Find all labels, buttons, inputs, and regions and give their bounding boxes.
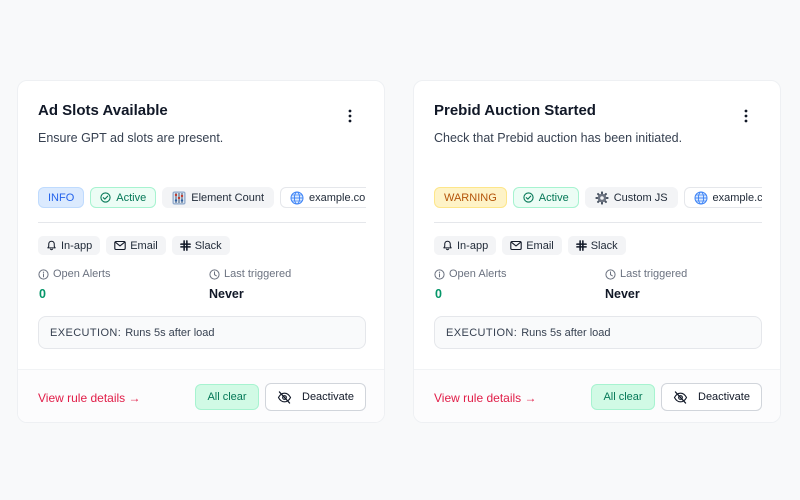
- clock-icon: [209, 268, 220, 280]
- last-triggered-label: Last triggered: [605, 268, 687, 280]
- rule-type-badge: Element Count: [162, 187, 275, 208]
- level-label: INFO: [48, 191, 75, 204]
- slack-icon: [575, 240, 587, 251]
- domain-label: example.com: [712, 191, 762, 204]
- mail-icon: [114, 240, 126, 251]
- divider: [38, 222, 366, 223]
- card-footer: View rule details → All clear Deactivate: [18, 369, 384, 422]
- rule-description: Check that Prebid auction has been initi…: [434, 131, 683, 145]
- deactivate-button[interactable]: Deactivate: [661, 383, 762, 411]
- deactivate-label: Deactivate: [698, 391, 750, 403]
- channel-in-app: In-app: [38, 236, 101, 255]
- rule-description: Ensure GPT ad slots are present.: [38, 131, 224, 145]
- stat-label-text: Last triggered: [224, 268, 292, 280]
- execution-info: EXECUTION: Runs 5s after load: [434, 316, 762, 349]
- eye-off-icon: [673, 390, 688, 404]
- open-alerts-value: 0: [39, 287, 46, 301]
- stat-label-text: Open Alerts: [53, 268, 111, 280]
- domain-badge: example.com: [280, 187, 366, 208]
- channel-label: In-app: [61, 239, 93, 252]
- more-options-icon[interactable]: [342, 108, 358, 124]
- deactivate-button[interactable]: Deactivate: [265, 383, 366, 411]
- execution-value: Runs 5s after load: [125, 326, 215, 339]
- open-alerts-label: Open Alerts: [38, 268, 110, 280]
- status-label: Active: [538, 191, 569, 204]
- view-rule-details-link[interactable]: View rule details →: [434, 391, 537, 405]
- channel-label: Email: [526, 239, 554, 252]
- channel-email: Email: [502, 236, 562, 255]
- execution-info: EXECUTION: Runs 5s after load: [38, 316, 366, 349]
- channel-in-app: In-app: [434, 236, 497, 255]
- execution-key: EXECUTION:: [446, 326, 518, 339]
- level-badge: INFO: [38, 187, 85, 208]
- clock-icon: [605, 268, 616, 280]
- eye-off-icon: [277, 390, 292, 404]
- rule-card: Prebid Auction Started Check that Prebid…: [413, 80, 781, 423]
- rule-card: Ad Slots Available Ensure GPT ad slots a…: [17, 80, 385, 423]
- bell-icon: [442, 240, 453, 251]
- channel-email: Email: [106, 236, 166, 255]
- status-label: Active: [116, 191, 147, 204]
- abacus-icon: [172, 191, 186, 205]
- info-icon: [38, 268, 49, 280]
- all-clear-badge: All clear: [591, 384, 655, 410]
- rule-title: Prebid Auction Started: [434, 102, 596, 119]
- globe-icon: [694, 191, 708, 205]
- last-triggered-value: Never: [209, 287, 244, 301]
- check-circle-icon: [100, 192, 111, 203]
- mail-icon: [510, 240, 522, 251]
- channel-slack: Slack: [567, 236, 626, 255]
- badge-row: WARNING Active Custom JS example.com: [434, 187, 762, 209]
- card-footer: View rule details → All clear Deactivate: [414, 369, 780, 422]
- all-clear-badge: All clear: [195, 384, 259, 410]
- domain-badge: example.com: [683, 187, 762, 208]
- view-rule-details-link[interactable]: View rule details →: [38, 391, 141, 405]
- last-triggered-value: Never: [605, 287, 640, 301]
- more-options-icon[interactable]: [738, 108, 754, 124]
- badge-row: INFO Active Element Count example.com: [38, 187, 366, 209]
- open-alerts-label: Open Alerts: [434, 268, 506, 280]
- level-label: WARNING: [444, 191, 497, 204]
- last-triggered-label: Last triggered: [209, 268, 291, 280]
- slack-icon: [179, 240, 191, 251]
- status-badge: Active: [90, 187, 157, 208]
- info-icon: [434, 268, 445, 280]
- divider: [434, 222, 762, 223]
- rule-type-badge: Custom JS: [584, 187, 678, 208]
- domain-label: example.com: [309, 191, 366, 204]
- status-badge: Active: [512, 187, 579, 208]
- gear-icon: [595, 191, 609, 205]
- channel-label: Slack: [590, 239, 618, 252]
- channel-label: Slack: [194, 239, 222, 252]
- rule-type-label: Custom JS: [613, 191, 668, 204]
- execution-key: EXECUTION:: [50, 326, 122, 339]
- stat-label-text: Last triggered: [620, 268, 688, 280]
- rule-type-label: Element Count: [191, 191, 265, 204]
- deactivate-label: Deactivate: [302, 391, 354, 403]
- notification-channels: In-app Email Slack: [434, 236, 626, 255]
- globe-icon: [290, 191, 304, 205]
- channel-label: Email: [130, 239, 158, 252]
- rule-title: Ad Slots Available: [38, 102, 168, 119]
- channel-slack: Slack: [171, 236, 230, 255]
- check-circle-icon: [523, 192, 534, 203]
- notification-channels: In-app Email Slack: [38, 236, 230, 255]
- execution-value: Runs 5s after load: [521, 326, 611, 339]
- stat-label-text: Open Alerts: [449, 268, 507, 280]
- bell-icon: [46, 240, 57, 251]
- channel-label: In-app: [457, 239, 489, 252]
- level-badge: WARNING: [434, 187, 507, 208]
- open-alerts-value: 0: [435, 287, 442, 301]
